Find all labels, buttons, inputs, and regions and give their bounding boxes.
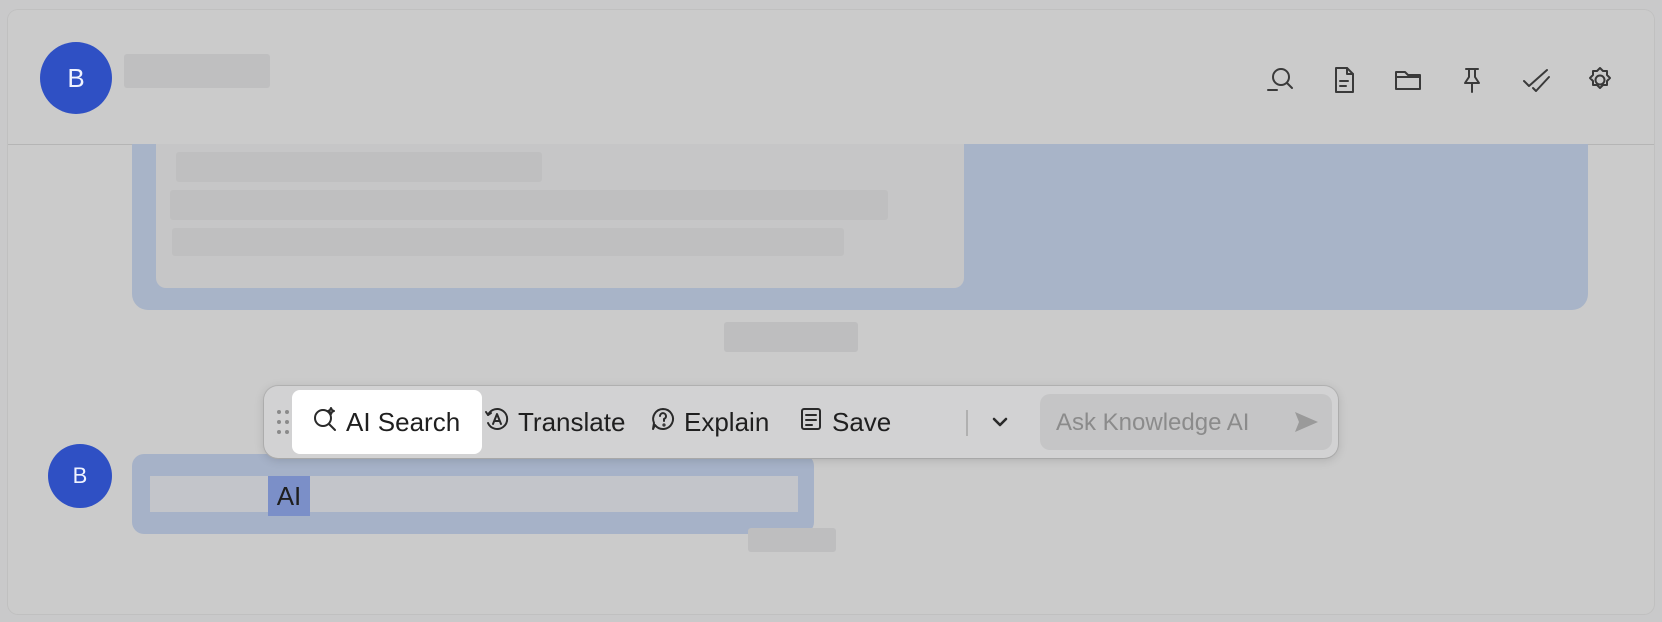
quoted-message-card: [132, 144, 1588, 310]
timestamp-redacted: [748, 528, 836, 552]
chat-title-redacted: [124, 54, 270, 88]
timestamp-redacted: [724, 322, 858, 352]
chat-window: B B AI: [8, 10, 1654, 614]
done-check-icon[interactable]: [1518, 62, 1554, 98]
more-actions-chevron-down-icon[interactable]: [984, 406, 1016, 438]
quoted-message-inner: [156, 144, 964, 288]
folder-icon[interactable]: [1390, 62, 1426, 98]
ask-knowledge-ai-input[interactable]: [1054, 402, 1288, 444]
header-toolbar: [1262, 62, 1618, 98]
save-label: Save: [832, 406, 892, 437]
ai-search-label: AI Search: [346, 406, 461, 437]
ai-search-button[interactable]: AI Search: [292, 390, 483, 454]
save-button[interactable]: Save: [798, 390, 891, 454]
search-chat-icon[interactable]: [1262, 62, 1298, 98]
popup-divider: [966, 410, 968, 436]
redacted-line: [170, 190, 888, 220]
settings-gear-icon[interactable]: [1582, 62, 1618, 98]
pin-icon[interactable]: [1454, 62, 1490, 98]
ai-search-icon: [312, 406, 338, 439]
translate-icon: [484, 406, 510, 439]
explain-label: Explain: [684, 406, 770, 437]
selected-text[interactable]: AI: [268, 476, 310, 516]
selection-action-popup: AI Search Translate Explain Save: [264, 386, 1338, 458]
ask-knowledge-ai-field: [1040, 394, 1332, 450]
message-avatar[interactable]: B: [48, 444, 112, 508]
drag-handle-icon[interactable]: [276, 408, 290, 436]
translate-label: Translate: [518, 406, 626, 437]
send-icon[interactable]: [1292, 408, 1320, 436]
explain-icon: [650, 406, 676, 439]
save-note-icon: [798, 406, 824, 439]
chat-header: B: [8, 10, 1654, 145]
message-text-redacted: [150, 476, 798, 512]
explain-button[interactable]: Explain: [650, 390, 769, 454]
redacted-line: [176, 152, 542, 182]
chat-avatar[interactable]: B: [40, 42, 112, 114]
message-bubble[interactable]: AI: [132, 454, 814, 534]
redacted-line: [172, 228, 844, 256]
translate-button[interactable]: Translate: [484, 390, 625, 454]
document-icon[interactable]: [1326, 62, 1362, 98]
